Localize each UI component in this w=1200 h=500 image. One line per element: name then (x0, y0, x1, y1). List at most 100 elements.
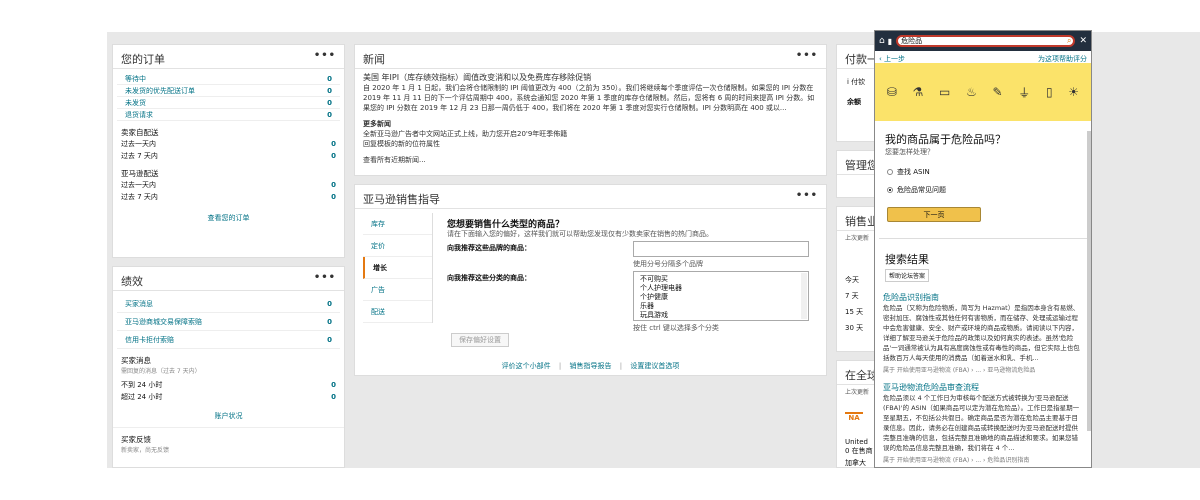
buyer-messages-title: 买家消息 (121, 356, 151, 365)
bookmark-icon[interactable]: ▮ (888, 37, 892, 46)
brand-input[interactable] (633, 241, 809, 257)
category-option[interactable]: 玩具游戏 (640, 311, 802, 320)
tab-growth[interactable]: 增长 (363, 257, 432, 279)
news-panel: 新闻 ••• 美国 年IPI（库存绩效指标）阈值改变消和以及免费库存移除促销 自 … (354, 44, 827, 176)
brand-help: 使用分号分隔多个品牌 (633, 260, 703, 268)
order-row-count[interactable]: 0 (327, 99, 332, 107)
performance-row[interactable]: 亚马逊商城交易保障索赔 0 (117, 313, 340, 331)
guide-menu-icon[interactable]: ••• (796, 190, 818, 201)
performance-row[interactable]: 信用卡拒付索赔 0 (117, 331, 340, 349)
rate-widget-link[interactable]: 评价这个小部件 (502, 362, 551, 370)
buyer-msg-row: 超过 24 小时 0 (113, 391, 344, 403)
order-row[interactable]: 未发货的优先配送订单 0 (117, 85, 340, 97)
tab-na[interactable]: NA (845, 412, 863, 426)
view-orders-link[interactable]: 查看您的订单 (113, 213, 344, 223)
rate-help-link[interactable]: 为这项帮助评分 (1038, 54, 1087, 63)
row-count[interactable]: 0 (331, 152, 336, 160)
next-button[interactable]: 下一页 (887, 207, 981, 222)
orders-panel: 您的订单 ••• 等待中 0 未发货的优先配送订单 0 未发货 0 退货请求 0 卖家自配… (112, 44, 345, 258)
tab-inventory[interactable]: 库存 (363, 213, 432, 235)
divider (879, 238, 1087, 239)
guide-title-text: 亚马逊销售指导 (363, 193, 440, 206)
category-option[interactable]: 不可购买 (640, 275, 802, 284)
order-row-label[interactable]: 等待中 (125, 74, 146, 84)
performance-row-label[interactable]: 买家消息 (125, 299, 153, 309)
radio-button[interactable] (887, 169, 893, 175)
category-select[interactable]: 不可购买 个人护理电器 个护健康 乐器 玩具游戏 (633, 271, 809, 321)
result-body: 危险品须以 4 个工作日为审核每个配送方式被转换为'亚马逊配送 (FBA)'的 … (883, 394, 1080, 452)
help-search-text[interactable]: 危险品 (901, 36, 922, 46)
row-label: 过去 7 天内 (121, 152, 158, 160)
performance-row-label[interactable]: 信用卡拒付索赔 (125, 335, 174, 345)
help-option[interactable]: 查找 ASIN (875, 167, 1091, 177)
category-option[interactable]: 乐器 (640, 302, 802, 311)
news-menu-icon[interactable]: ••• (796, 50, 818, 61)
help-question-sub: 您要怎样处理？ (885, 148, 934, 156)
result-title-link[interactable]: 危险品识别指南 (875, 292, 1091, 303)
result-title-link[interactable]: 亚马逊物流危险品审查流程 (875, 382, 1091, 393)
feedback-title: 买家反馈 (121, 435, 151, 444)
lighter-icon: ✎ (992, 85, 1003, 99)
back-link-label[interactable]: 上一步 (884, 55, 905, 63)
tab-advertising[interactable]: 广告 (363, 279, 432, 301)
search-results-title: 搜索结果 (885, 253, 929, 266)
order-row-label[interactable]: 未发货 (125, 98, 146, 108)
orders-title: 您的订单 ••• (113, 45, 344, 69)
more-news-link[interactable]: 回复模板的新的位符属性 (355, 139, 826, 149)
order-row-count[interactable]: 0 (327, 75, 332, 83)
category-scrollbar[interactable] (801, 273, 807, 319)
amazon-fulfilled-title: 亚马逊配送 (121, 169, 159, 178)
help-option[interactable]: 危险品常见问题 (875, 185, 1091, 195)
order-row-count[interactable]: 0 (327, 111, 332, 119)
category-option[interactable]: 个护健康 (640, 293, 802, 302)
radio-button-selected[interactable] (887, 187, 893, 193)
news-headline-link[interactable]: 美国 年IPI（库存绩效指标）阈值改变消和以及免费库存移除促销 (355, 73, 826, 83)
chemical-icon: ⚗ (912, 85, 924, 99)
news-body: 自 2020 年 1 月 1 日起，我们会将仓储限制的 IPI 阈值更改为 40… (363, 84, 815, 112)
help-option-label[interactable]: 危险品常见问题 (897, 186, 946, 194)
back-link[interactable]: ‹ 上一步 (879, 54, 905, 63)
row-label: 过去一天内 (121, 181, 156, 189)
home-icon[interactable]: ⌂ (879, 36, 885, 46)
account-health-link[interactable]: 账户状况 (113, 411, 344, 428)
row-count[interactable]: 0 (331, 193, 336, 201)
order-row[interactable]: 未发货 0 (117, 97, 340, 109)
order-row[interactable]: 等待中 0 (117, 73, 340, 85)
row-count[interactable]: 0 (331, 381, 336, 389)
set-preferences-link[interactable]: 设置建议首选项 (630, 362, 679, 370)
help-search-input[interactable]: 危险品 ⌕ (896, 35, 1076, 47)
result-body: 危险品（又称为危险物质，简写为 Hazmat）是指因本身含有易燃、密封加压、腐蚀… (883, 304, 1080, 362)
order-row-label[interactable]: 退货请求 (125, 110, 153, 120)
performance-row-label[interactable]: 亚马逊商城交易保障索赔 (125, 317, 202, 327)
help-option-label[interactable]: 查找 ASIN (897, 168, 930, 176)
row-count[interactable]: 0 (331, 140, 336, 148)
phone-battery-icon: ▯ (1045, 85, 1053, 99)
more-news-link[interactable]: 全新亚马逊广告者中文网站正式上线，助力您开启20'9年旺季佈籍 (355, 129, 826, 139)
tab-pricing[interactable]: 定价 (363, 235, 432, 257)
view-all-news-link[interactable]: 查看所有近期新闻... (355, 155, 826, 165)
orders-menu-icon[interactable]: ••• (314, 50, 336, 61)
performance-row-count[interactable]: 0 (327, 336, 332, 344)
guide-footer: 评价这个小部件 | 销售指导报告 | 设置建议首选项 (355, 361, 826, 371)
order-row-count[interactable]: 0 (327, 87, 332, 95)
result-breadcrumb[interactable]: 属于 开始使用亚马逊物流 (FBA) › ... › 危险品识别指南 (875, 455, 1091, 464)
performance-menu-icon[interactable]: ••• (314, 272, 336, 283)
category-option[interactable]: 个人护理电器 (640, 284, 802, 293)
order-row-label[interactable]: 未发货的优先配送订单 (125, 86, 195, 96)
save-preferences-button[interactable]: 保存偏好设置 (451, 333, 509, 347)
row-count[interactable]: 0 (331, 181, 336, 189)
close-icon[interactable]: ✕ (1079, 36, 1087, 46)
selling-report-link[interactable]: 销售指导报告 (570, 362, 612, 370)
row-count[interactable]: 0 (331, 393, 336, 401)
sidebar-scrollbar[interactable] (1087, 131, 1091, 431)
performance-row-count[interactable]: 0 (327, 318, 332, 326)
performance-row-count[interactable]: 0 (327, 300, 332, 308)
order-row[interactable]: 退货请求 0 (117, 109, 340, 121)
amazon-fulfilled-row: 过去 7 天内 0 (113, 191, 344, 203)
results-filter-chip[interactable]: 帮助论坛答案 (885, 269, 930, 282)
result-breadcrumb[interactable]: 属于 开始使用亚马逊物流 (FBA) › ... › 亚马逊物流危险品 (875, 365, 1091, 374)
tab-fulfillment[interactable]: 配送 (363, 301, 432, 323)
search-icon[interactable]: ⌕ (1067, 36, 1071, 46)
lightbulb-icon: ☀ (1068, 85, 1080, 99)
performance-row[interactable]: 买家消息 0 (117, 295, 340, 313)
